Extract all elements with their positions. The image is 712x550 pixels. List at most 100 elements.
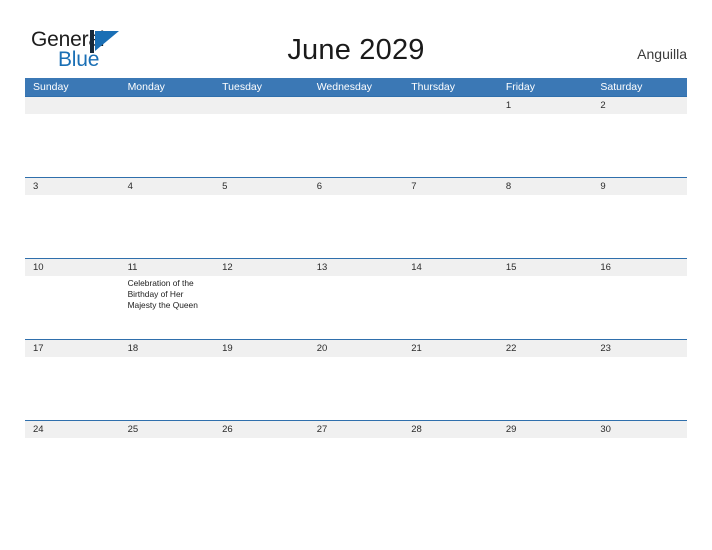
day-event-area — [308, 114, 404, 177]
day-number: 19 — [214, 340, 309, 357]
calendar-day-cell[interactable]: 24 — [25, 421, 120, 501]
day-number — [119, 97, 215, 114]
calendar-day-cell[interactable]: 5 — [214, 178, 309, 258]
calendar-week-days: 10 11 Celebration of the Birthday of Her M… — [25, 259, 687, 339]
day-event-area — [214, 276, 309, 339]
day-event-area — [497, 276, 593, 339]
day-number: 18 — [119, 340, 215, 357]
calendar-day-cell[interactable]: 11 Celebration of the Birthday of Her Maj… — [119, 259, 215, 339]
calendar-week-days: 12 — [25, 97, 687, 177]
day-number: 8 — [497, 178, 593, 195]
calendar-day-cell[interactable]: 17 — [25, 340, 120, 420]
day-event-area — [119, 195, 215, 258]
calendar-day-cell[interactable]: 10 — [25, 259, 120, 339]
day-event-area — [592, 276, 687, 339]
day-number: 17 — [25, 340, 120, 357]
calendar-day-cell[interactable]: 27 — [308, 421, 404, 501]
day-number — [214, 97, 309, 114]
calendar-day-cell[interactable]: 1 — [497, 97, 593, 177]
calendar-page: General Blue June 2029 Anguilla Sunday M… — [0, 0, 712, 550]
day-event-area — [592, 438, 687, 501]
day-event-area — [308, 195, 404, 258]
day-number: 6 — [308, 178, 404, 195]
calendar-day-cell[interactable]: 28 — [403, 421, 498, 501]
day-event-area — [403, 357, 498, 420]
region-label: Anguilla — [637, 46, 687, 62]
day-number: 27 — [308, 421, 404, 438]
calendar-week-days: 17 18 19 20 21 22 23 — [25, 340, 687, 420]
calendar-day-cell[interactable]: 19 — [214, 340, 309, 420]
calendar-day-cell[interactable]: 23 — [592, 340, 687, 420]
calendar-day-cell[interactable]: 22 — [497, 340, 593, 420]
calendar-week-row: 17 18 19 20 21 22 23 — [25, 339, 687, 420]
day-event-text: Celebration of the Birthday of Her Majes… — [127, 278, 198, 311]
day-event-area — [25, 438, 120, 501]
calendar-day-cell[interactable]: 25 — [119, 421, 215, 501]
calendar-day-cell[interactable]: 7 — [403, 178, 498, 258]
weekday-header-wednesday: Wednesday — [316, 81, 372, 93]
calendar-day-cell[interactable]: 29 — [497, 421, 593, 501]
calendar-day-cell[interactable] — [214, 97, 309, 177]
calendar-day-cell[interactable]: 20 — [308, 340, 404, 420]
calendar-week-days: 24 25 26 27 28 29 30 — [25, 421, 687, 501]
day-event-area: Celebration of the Birthday of Her Majes… — [119, 276, 215, 339]
day-number: 7 — [403, 178, 498, 195]
calendar-day-cell[interactable]: 12 — [214, 259, 309, 339]
day-event-area — [25, 114, 120, 177]
calendar-day-cell[interactable]: 3 — [25, 178, 120, 258]
calendar-day-cell[interactable]: 30 — [592, 421, 687, 501]
day-event-area — [119, 438, 215, 501]
day-number: 2 — [592, 97, 687, 114]
calendar-day-cell[interactable]: 4 — [119, 178, 215, 258]
page-title: June 2029 — [287, 34, 425, 66]
calendar-week-row: 10 11 Celebration of the Birthday of Her M… — [25, 258, 687, 339]
calendar-day-cell[interactable]: 9 — [592, 178, 687, 258]
day-event-area — [592, 114, 687, 177]
calendar-week-row: 12 — [25, 96, 687, 177]
calendar-grid: Sunday Monday Tuesday Wednesday Thursday… — [25, 78, 687, 501]
calendar-week-days: 3456789 — [25, 178, 687, 258]
day-event-area — [403, 438, 498, 501]
day-number: 29 — [497, 421, 593, 438]
calendar-day-cell[interactable] — [119, 97, 215, 177]
calendar-day-cell[interactable]: 16 — [592, 259, 687, 339]
day-number: 12 — [214, 259, 309, 276]
day-number: 1 — [497, 97, 593, 114]
day-number: 3 — [25, 178, 120, 195]
calendar-day-cell[interactable] — [25, 97, 120, 177]
weekday-header-friday: Friday — [505, 81, 535, 93]
day-event-area — [592, 357, 687, 420]
day-number — [25, 97, 120, 114]
calendar-day-cell[interactable]: 21 — [403, 340, 498, 420]
day-event-area — [497, 195, 593, 258]
day-number: 13 — [308, 259, 404, 276]
day-event-area — [497, 357, 593, 420]
day-number: 9 — [592, 178, 687, 195]
calendar-day-cell[interactable]: 26 — [214, 421, 309, 501]
calendar-day-cell[interactable] — [403, 97, 498, 177]
calendar-day-cell[interactable]: 13 — [308, 259, 404, 339]
weekday-header-thursday: Thursday — [411, 81, 456, 93]
day-number: 24 — [25, 421, 120, 438]
day-number: 28 — [403, 421, 498, 438]
calendar-day-cell[interactable]: 18 — [119, 340, 215, 420]
calendar-day-cell[interactable] — [308, 97, 404, 177]
calendar-day-cell[interactable]: 15 — [497, 259, 593, 339]
day-number: 22 — [497, 340, 593, 357]
day-number: 21 — [403, 340, 498, 357]
day-event-area — [214, 438, 309, 501]
day-number — [403, 97, 498, 114]
day-event-area — [403, 195, 498, 258]
calendar-week-row: 3456789 — [25, 177, 687, 258]
weekday-header-saturday: Saturday — [600, 81, 643, 93]
day-number: 25 — [119, 421, 215, 438]
day-number: 11 — [119, 259, 215, 276]
calendar-day-cell[interactable]: 8 — [497, 178, 593, 258]
calendar-day-cell[interactable]: 6 — [308, 178, 404, 258]
calendar-day-cell[interactable]: 2 — [592, 97, 687, 177]
day-event-area — [25, 357, 120, 420]
day-number: 30 — [592, 421, 687, 438]
calendar-day-cell[interactable]: 14 — [403, 259, 498, 339]
day-number: 16 — [592, 259, 687, 276]
day-event-area — [214, 114, 309, 177]
